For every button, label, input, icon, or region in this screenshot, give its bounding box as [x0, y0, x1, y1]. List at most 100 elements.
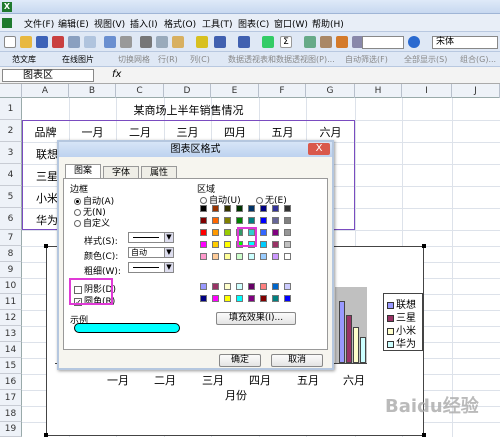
- column-header-e[interactable]: E: [211, 84, 259, 98]
- color-select[interactable]: 自动 ▼: [128, 247, 174, 258]
- toolbar-pivot[interactable]: 数据透视表和数据透视图(P)...: [228, 54, 335, 65]
- toolbar-switch-grid[interactable]: 切换网格: [118, 54, 150, 65]
- column-header-i[interactable]: I: [402, 84, 452, 98]
- chevron-down-icon[interactable]: ▼: [164, 248, 173, 257]
- color-swatch[interactable]: [260, 229, 267, 236]
- cancel-button[interactable]: 取消: [271, 354, 323, 367]
- spelling-icon[interactable]: [104, 36, 116, 48]
- column-header-a[interactable]: A: [22, 84, 69, 98]
- workbook-icon[interactable]: [2, 18, 12, 28]
- row-header-18[interactable]: 18: [0, 406, 22, 422]
- header-feb[interactable]: 二月: [116, 124, 164, 140]
- menu-chart[interactable]: 图表(C): [238, 17, 269, 30]
- color-swatch[interactable]: [248, 283, 255, 290]
- header-brand[interactable]: 品牌: [22, 124, 69, 140]
- border-custom-radio[interactable]: 自定义: [74, 216, 110, 229]
- dialog-title[interactable]: 图表区格式: [59, 142, 332, 157]
- research-icon[interactable]: [120, 36, 132, 48]
- color-swatch[interactable]: [212, 241, 219, 248]
- row-header-15[interactable]: 15: [0, 358, 22, 374]
- chart-wizard-icon[interactable]: [336, 36, 348, 48]
- toolbar-column[interactable]: 列(C): [190, 54, 210, 65]
- bar-june-huawei[interactable]: [360, 337, 366, 363]
- open-icon[interactable]: [20, 36, 32, 48]
- new-icon[interactable]: [4, 36, 16, 48]
- bar-june-xiaomi[interactable]: [353, 327, 359, 363]
- chart-resize-handle[interactable]: [44, 433, 48, 437]
- row-header-13[interactable]: 13: [0, 326, 22, 342]
- color-swatch[interactable]: [260, 217, 267, 224]
- paste-icon[interactable]: [172, 36, 184, 48]
- row-header-2[interactable]: 2: [0, 120, 22, 142]
- sort-asc-icon[interactable]: [304, 36, 316, 48]
- row-header-16[interactable]: 16: [0, 374, 22, 390]
- color-swatch[interactable]: [236, 283, 243, 290]
- color-swatch[interactable]: [260, 295, 267, 302]
- color-swatch[interactable]: [284, 253, 291, 260]
- header-may[interactable]: 五月: [259, 124, 306, 140]
- color-swatch[interactable]: [212, 229, 219, 236]
- name-box[interactable]: 图表区: [2, 69, 94, 82]
- row-header-5[interactable]: 5: [0, 186, 22, 208]
- help-icon[interactable]: [408, 36, 420, 48]
- row-header-17[interactable]: 17: [0, 390, 22, 406]
- chart-resize-handle[interactable]: [44, 244, 48, 248]
- color-swatch[interactable]: [272, 217, 279, 224]
- print-preview-icon[interactable]: [84, 36, 96, 48]
- color-swatch[interactable]: [224, 253, 231, 260]
- bar-june-lenovo[interactable]: [339, 301, 345, 363]
- row-header-9[interactable]: 9: [0, 262, 22, 278]
- row-header-4[interactable]: 4: [0, 164, 22, 186]
- row-header-7[interactable]: 7: [0, 230, 22, 246]
- color-swatch[interactable]: [260, 283, 267, 290]
- menu-help[interactable]: 帮助(H): [312, 17, 344, 30]
- color-swatch[interactable]: [284, 241, 291, 248]
- color-swatch[interactable]: [200, 253, 207, 260]
- color-swatch[interactable]: [236, 253, 243, 260]
- row-header-8[interactable]: 8: [0, 246, 22, 262]
- row-header-11[interactable]: 11: [0, 294, 22, 310]
- color-swatch[interactable]: [236, 217, 243, 224]
- format-painter-icon[interactable]: [196, 36, 208, 48]
- color-swatch[interactable]: [272, 295, 279, 302]
- toolbar-fanwenku[interactable]: 范文库: [12, 54, 36, 65]
- color-swatch[interactable]: [284, 205, 291, 212]
- row-header-19[interactable]: 19: [0, 422, 22, 437]
- toolbar-row[interactable]: 行(R): [158, 54, 178, 65]
- hyperlink-icon[interactable]: [262, 36, 274, 48]
- color-swatch[interactable]: [272, 205, 279, 212]
- menu-file[interactable]: 文件(F): [24, 17, 54, 30]
- color-swatch[interactable]: [284, 217, 291, 224]
- color-swatch[interactable]: [200, 205, 207, 212]
- toolbar-group[interactable]: 组合(G)...: [460, 54, 496, 65]
- ok-button[interactable]: 确定: [219, 354, 261, 367]
- color-swatch[interactable]: [224, 217, 231, 224]
- print-icon[interactable]: [68, 36, 80, 48]
- column-header-h[interactable]: H: [355, 84, 402, 98]
- color-swatch[interactable]: [260, 241, 267, 248]
- row-header-10[interactable]: 10: [0, 278, 22, 294]
- header-mar[interactable]: 三月: [164, 124, 211, 140]
- bar-june-samsung[interactable]: [346, 315, 352, 363]
- row-header-6[interactable]: 6: [0, 208, 22, 230]
- chevron-down-icon[interactable]: ▼: [164, 263, 173, 272]
- zoom-select[interactable]: [362, 36, 404, 49]
- save-icon[interactable]: [36, 36, 48, 48]
- color-swatch[interactable]: [212, 253, 219, 260]
- style-select[interactable]: ▼: [128, 232, 174, 243]
- row-header-14[interactable]: 14: [0, 342, 22, 358]
- color-swatch[interactable]: [284, 229, 291, 236]
- toolbar-show-all[interactable]: 全部显示(S): [404, 54, 447, 65]
- x-axis-title[interactable]: 月份: [225, 387, 247, 403]
- color-swatch[interactable]: [236, 295, 243, 302]
- color-swatch[interactable]: [284, 283, 291, 290]
- chart-resize-handle[interactable]: [422, 244, 426, 248]
- column-header-f[interactable]: F: [259, 84, 306, 98]
- color-swatch[interactable]: [272, 283, 279, 290]
- color-swatch[interactable]: [284, 295, 291, 302]
- header-apr[interactable]: 四月: [211, 124, 259, 140]
- font-name-select[interactable]: 宋体: [432, 36, 498, 49]
- copy-icon[interactable]: [156, 36, 168, 48]
- color-swatch[interactable]: [272, 229, 279, 236]
- menu-tools[interactable]: 工具(T): [202, 17, 233, 30]
